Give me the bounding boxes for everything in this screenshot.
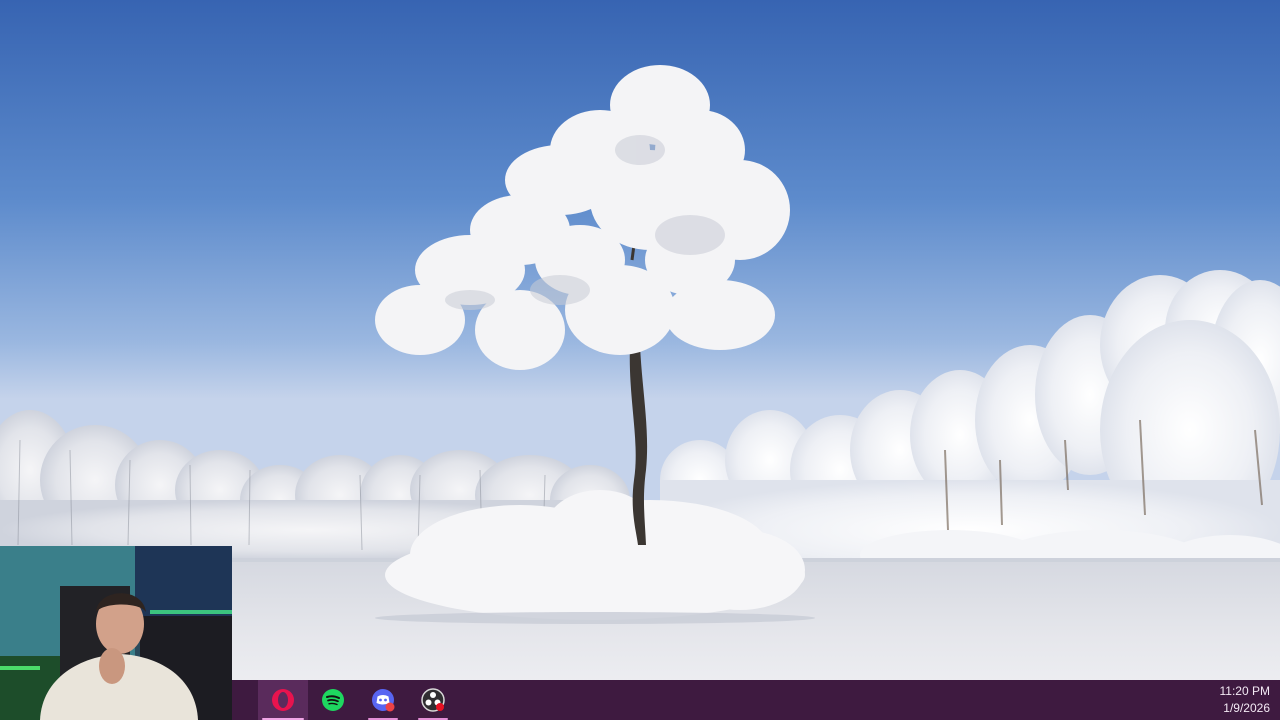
clock-time: 11:20 PM	[1219, 684, 1270, 698]
webcam-feed	[0, 546, 232, 720]
desktop[interactable]: 11:20 PM 1/9/2026	[0, 0, 1280, 720]
spotify-icon	[322, 689, 344, 711]
clock-date: 1/9/2026	[1223, 701, 1270, 715]
taskbar-item-spotify[interactable]	[308, 680, 358, 720]
taskbar-item-obs[interactable]	[408, 680, 458, 720]
discord-icon	[372, 689, 395, 712]
obs-icon	[421, 688, 445, 712]
taskbar-item-opera[interactable]	[258, 680, 308, 720]
taskbar: 11:20 PM 1/9/2026	[232, 680, 1280, 720]
system-clock[interactable]: 11:20 PM 1/9/2026	[1220, 683, 1270, 717]
taskbar-item-discord[interactable]	[358, 680, 408, 720]
webcam-overlay	[0, 546, 232, 720]
opera-icon	[272, 689, 294, 711]
taskbar-apps	[258, 680, 458, 720]
